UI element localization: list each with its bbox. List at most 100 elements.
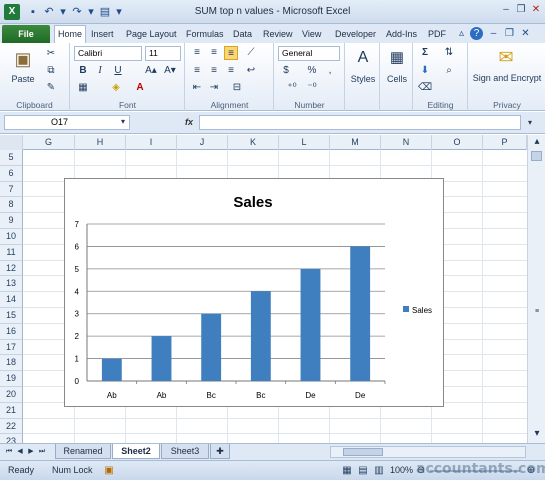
- column-header-o[interactable]: O: [432, 135, 483, 150]
- tab-developer[interactable]: Developer: [332, 27, 379, 43]
- select-all-corner[interactable]: [0, 135, 23, 150]
- fill-icon[interactable]: ⬇: [418, 64, 432, 78]
- number-format-select[interactable]: General: [278, 46, 340, 61]
- italic-button[interactable]: I: [93, 64, 107, 78]
- row-header-5[interactable]: 5: [0, 150, 23, 166]
- cells-button[interactable]: Cells: [381, 73, 413, 86]
- align-right-icon[interactable]: ≡: [224, 64, 238, 78]
- insert-sheet-icon[interactable]: ✚: [210, 444, 230, 459]
- row-header-7[interactable]: 7: [0, 181, 23, 198]
- autosum-icon[interactable]: Σ: [418, 46, 432, 60]
- row-header-22[interactable]: 22: [0, 418, 23, 435]
- column-header-h[interactable]: H: [75, 135, 126, 150]
- formula-input[interactable]: [199, 115, 521, 130]
- grow-font-icon[interactable]: A▴: [144, 64, 158, 78]
- page-layout-view-icon[interactable]: ▤: [356, 464, 370, 478]
- close-icon[interactable]: ✕: [529, 3, 543, 17]
- sort-filter-icon[interactable]: ⇅: [442, 46, 456, 60]
- expand-formula-bar-icon[interactable]: ▾: [523, 116, 537, 130]
- row-header-14[interactable]: 14: [0, 292, 23, 308]
- column-header-j[interactable]: J: [177, 135, 228, 150]
- font-size-select[interactable]: 11: [145, 46, 181, 61]
- name-box[interactable]: O17: [4, 115, 130, 130]
- normal-view-icon[interactable]: ▦: [340, 464, 354, 478]
- decrease-decimal-icon[interactable]: ⁻⁰: [305, 81, 319, 95]
- font-name-select[interactable]: Calibri: [74, 46, 142, 61]
- row-header-13[interactable]: 13: [0, 276, 23, 293]
- scroll-up-icon[interactable]: ▴: [530, 135, 544, 149]
- page-break-view-icon[interactable]: ▥: [372, 464, 386, 478]
- percent-button[interactable]: %: [305, 64, 319, 78]
- prev-sheet-icon[interactable]: ◀: [15, 445, 25, 459]
- row-header-6[interactable]: 6: [0, 165, 23, 182]
- underline-button[interactable]: U: [111, 64, 125, 78]
- align-top-icon[interactable]: ≡: [190, 46, 204, 60]
- align-left-icon[interactable]: ≡: [190, 64, 204, 78]
- decrease-indent-icon[interactable]: ⇤: [190, 81, 204, 95]
- row-header-9[interactable]: 9: [0, 213, 23, 229]
- row-header-21[interactable]: 21: [0, 402, 23, 419]
- bold-button[interactable]: B: [76, 64, 90, 78]
- sheet-tab-renamed[interactable]: Renamed: [55, 444, 111, 459]
- minimize-ribbon-icon[interactable]: ▵: [455, 27, 468, 40]
- row-header-20[interactable]: 20: [0, 387, 23, 403]
- row-header-19[interactable]: 19: [0, 371, 23, 387]
- doc-restore-icon[interactable]: ❐: [503, 27, 516, 40]
- borders-icon[interactable]: ▦: [76, 81, 90, 95]
- clear-icon[interactable]: ⌫: [418, 81, 432, 95]
- split-handle-icon[interactable]: ≡: [530, 305, 544, 319]
- scroll-thumb[interactable]: [531, 151, 542, 161]
- column-header-g[interactable]: G: [23, 135, 75, 150]
- horizontal-scroll-thumb[interactable]: [343, 448, 383, 456]
- paste-icon[interactable]: ▣: [8, 46, 38, 72]
- increase-decimal-icon[interactable]: ⁺⁰: [285, 81, 299, 95]
- fill-color-icon[interactable]: ◈: [109, 81, 123, 95]
- tab-review[interactable]: Review: [260, 27, 296, 43]
- copy-icon[interactable]: ⧉: [44, 64, 58, 78]
- tab-view[interactable]: View: [299, 27, 324, 43]
- name-box-dropdown-icon[interactable]: ▾: [118, 116, 128, 128]
- align-center-icon[interactable]: ≡: [207, 64, 221, 78]
- file-tab[interactable]: File: [2, 25, 50, 43]
- chart-area[interactable]: Sales 0 1 2 3 4 5 6 7 Ab Ab Bc Bc De De Sales: [64, 178, 444, 407]
- tab-formulas[interactable]: Formulas: [183, 27, 227, 43]
- tab-pdf[interactable]: PDF: [425, 27, 449, 43]
- row-header-15[interactable]: 15: [0, 308, 23, 324]
- first-sheet-icon[interactable]: ⏮: [4, 445, 14, 459]
- doc-minimize-icon[interactable]: –: [487, 27, 500, 40]
- row-header-18[interactable]: 18: [0, 355, 23, 372]
- cut-icon[interactable]: ✂: [44, 47, 58, 61]
- minimize-icon[interactable]: –: [499, 3, 513, 17]
- styles-icon[interactable]: A: [350, 46, 376, 70]
- row-header-17[interactable]: 17: [0, 339, 23, 356]
- orientation-icon[interactable]: ⟋: [244, 46, 258, 60]
- increase-indent-icon[interactable]: ⇥: [207, 81, 221, 95]
- row-header-11[interactable]: 11: [0, 244, 23, 261]
- zoom-level[interactable]: 100%: [390, 465, 413, 475]
- sign-encrypt-button[interactable]: Sign and Encrypt: [471, 73, 543, 84]
- tab-home[interactable]: Home: [54, 25, 87, 43]
- next-sheet-icon[interactable]: ▶: [26, 445, 36, 459]
- align-bottom-icon[interactable]: ≡: [224, 46, 238, 60]
- wrap-text-icon[interactable]: ↩: [244, 64, 258, 78]
- vertical-scrollbar[interactable]: ▴ ≡ ▾: [527, 135, 545, 443]
- currency-button[interactable]: $: [279, 64, 293, 78]
- help-icon[interactable]: ?: [470, 27, 483, 40]
- shrink-font-icon[interactable]: A▾: [163, 64, 177, 78]
- font-color-icon[interactable]: A: [133, 81, 147, 95]
- column-header-i[interactable]: I: [126, 135, 177, 150]
- row-header-12[interactable]: 12: [0, 260, 23, 277]
- format-painter-icon[interactable]: ✎: [44, 81, 58, 95]
- tab-data[interactable]: Data: [230, 27, 255, 43]
- tab-page-layout[interactable]: Page Layout: [123, 27, 180, 43]
- horizontal-scrollbar[interactable]: [330, 446, 526, 458]
- find-select-icon[interactable]: ⌕: [442, 64, 456, 78]
- tab-insert[interactable]: Insert: [88, 27, 117, 43]
- insert-function-button[interactable]: fx: [180, 115, 198, 130]
- row-header-10[interactable]: 10: [0, 229, 23, 245]
- column-header-l[interactable]: L: [279, 135, 330, 150]
- column-header-m[interactable]: M: [330, 135, 381, 150]
- column-header-n[interactable]: N: [381, 135, 432, 150]
- scroll-down-icon[interactable]: ▾: [530, 427, 544, 441]
- align-middle-icon[interactable]: ≡: [207, 46, 221, 60]
